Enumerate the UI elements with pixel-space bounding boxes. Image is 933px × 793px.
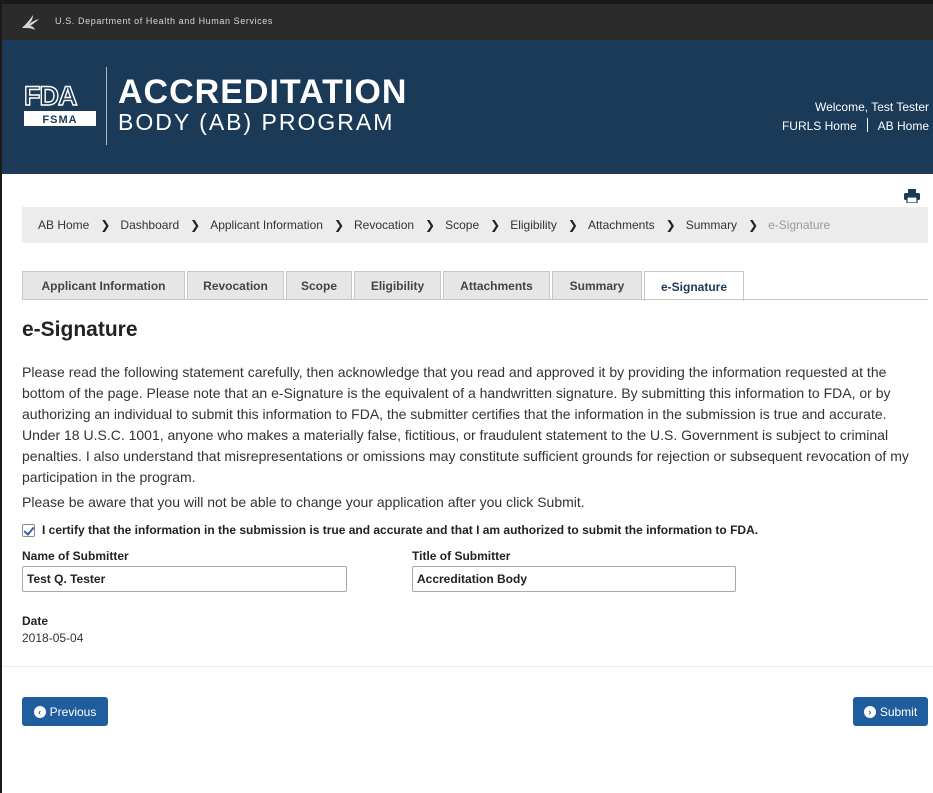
submit-button[interactable]: › Submit <box>853 697 928 726</box>
chevron-right-icon: ❯ <box>665 218 676 232</box>
fsma-logo-text: FSMA <box>42 114 77 126</box>
site-subtitle: BODY (AB) PROGRAM <box>118 109 395 135</box>
breadcrumb-dashboard[interactable]: Dashboard <box>120 218 179 232</box>
title-of-submitter-label: Title of Submitter <box>412 549 511 563</box>
tab-eligibility[interactable]: Eligibility <box>354 271 441 300</box>
tab-revocation[interactable]: Revocation <box>187 271 284 300</box>
fda-logo-text: FDA <box>24 81 77 111</box>
previous-button-label: Previous <box>49 704 97 719</box>
fda-fsma-logo[interactable]: FDA FSMA <box>24 80 96 130</box>
breadcrumb-revocation[interactable]: Revocation <box>354 218 414 232</box>
certify-label: I certify that the information in the su… <box>42 523 759 537</box>
hhs-eagle-icon <box>22 15 39 30</box>
furls-home-link[interactable]: FURLS Home <box>782 119 857 133</box>
chevron-right-icon: ❯ <box>490 218 501 232</box>
name-of-submitter-input[interactable] <box>22 566 347 592</box>
chevron-right-icon: ❯ <box>748 218 759 232</box>
tab-summary[interactable]: Summary <box>552 271 642 300</box>
chevron-right-icon: ❯ <box>100 218 111 232</box>
breadcrumb-eligibility[interactable]: Eligibility <box>510 218 557 232</box>
chevron-right-icon: ❯ <box>190 218 201 232</box>
tab-attachments[interactable]: Attachments <box>443 271 550 300</box>
name-of-submitter-label: Name of Submitter <box>22 549 129 563</box>
chevron-right-icon: ❯ <box>425 218 436 232</box>
breadcrumb-summary[interactable]: Summary <box>686 218 737 232</box>
certify-row: I certify that the information in the su… <box>22 523 758 537</box>
brand-divider <box>106 67 107 145</box>
breadcrumb-applicant-information[interactable]: Applicant Information <box>210 218 323 232</box>
chevron-right-icon: ❯ <box>333 218 344 232</box>
header-links: FURLS Home AB Home <box>782 118 929 133</box>
welcome-text: Welcome, Test Tester <box>814 100 929 114</box>
breadcrumb-e-signature: e-Signature <box>768 218 831 232</box>
chevron-right-icon: ❯ <box>567 218 578 232</box>
tab-underline <box>22 299 928 300</box>
site-title: ACCREDITATION <box>118 73 408 111</box>
link-separator <box>866 118 868 132</box>
breadcrumb: AB Home ❯ Dashboard ❯ Applicant Informat… <box>22 207 928 243</box>
submit-button-label: Submit <box>879 704 918 719</box>
hhs-text: U.S. Department of Health and Human Serv… <box>55 16 273 26</box>
section-divider <box>2 666 933 667</box>
site-header: FDA FSMA ACCREDITATION BODY (AB) PROGRAM… <box>2 40 933 174</box>
chevron-right-circle-icon: › <box>863 705 876 718</box>
hhs-bar: U.S. Department of Health and Human Serv… <box>2 4 933 40</box>
page-title: e-Signature <box>22 318 138 341</box>
tab-scope[interactable]: Scope <box>286 271 352 300</box>
chevron-left-circle-icon: ‹ <box>33 705 46 718</box>
breadcrumb-scope[interactable]: Scope <box>445 218 479 232</box>
certify-checkbox[interactable] <box>22 523 35 537</box>
breadcrumb-ab-home[interactable]: AB Home <box>38 218 89 232</box>
title-of-submitter-input[interactable] <box>412 566 736 592</box>
statement-text: Please read the following statement care… <box>22 364 909 485</box>
submit-note: Please be aware that you will not be abl… <box>22 494 585 510</box>
date-value: 2018-05-04 <box>22 631 84 645</box>
date-label: Date <box>22 614 49 628</box>
ab-home-link[interactable]: AB Home <box>878 119 929 133</box>
tab-applicant-information[interactable]: Applicant Information <box>22 271 185 300</box>
breadcrumb-attachments[interactable]: Attachments <box>588 218 655 232</box>
print-icon[interactable] <box>904 189 920 203</box>
tab-e-signature[interactable]: e-Signature <box>644 271 744 301</box>
previous-button[interactable]: ‹ Previous <box>22 697 108 726</box>
